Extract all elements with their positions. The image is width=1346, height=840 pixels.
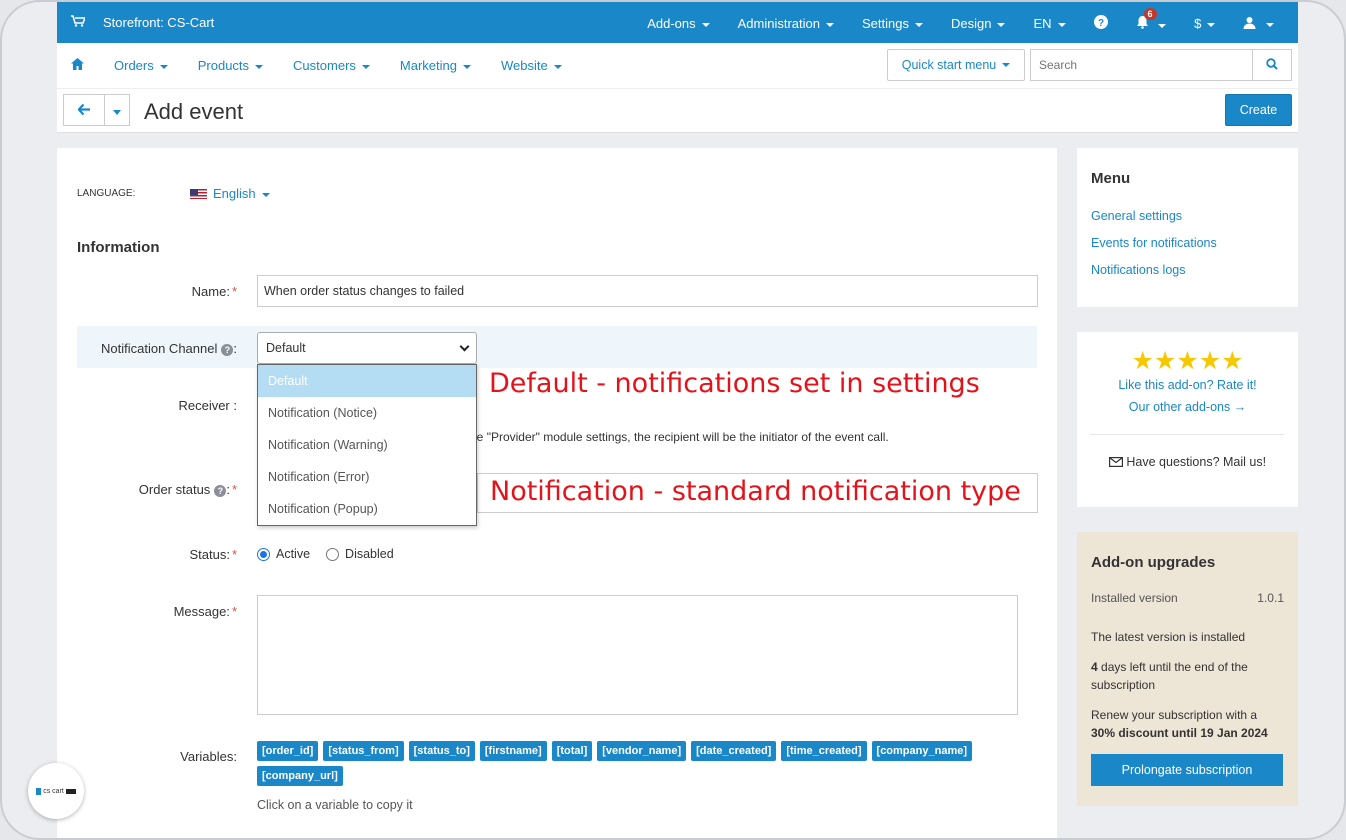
menu-currency[interactable]: $ bbox=[1194, 16, 1215, 31]
us-flag-icon bbox=[190, 188, 207, 199]
notification-count-badge: 6 bbox=[1143, 8, 1157, 20]
nav-customers[interactable]: Customers bbox=[293, 58, 370, 73]
storefront-label: Storefront: CS-Cart bbox=[103, 15, 215, 30]
menu-language[interactable]: EN bbox=[1033, 16, 1065, 31]
caret-down-icon bbox=[113, 103, 121, 118]
variable-chip[interactable]: [status_from] bbox=[323, 741, 404, 761]
sidebar-menu-card: Menu General settings Events for notific… bbox=[1077, 148, 1298, 307]
name-input[interactable]: When order status changes to failed bbox=[257, 275, 1038, 307]
status-radio-group: Active Disabled bbox=[257, 547, 394, 562]
variable-chip[interactable]: [firstname] bbox=[479, 741, 547, 761]
link-notifications-logs[interactable]: Notifications logs bbox=[1091, 263, 1284, 277]
menu-design[interactable]: Design bbox=[951, 16, 1005, 31]
rating-stars-icon[interactable]: ★★★★★ bbox=[1091, 346, 1284, 376]
sidebar-rate-card: ★★★★★ Like this add-on? Rate it! Our oth… bbox=[1077, 332, 1298, 507]
order-status-label: Order status?: * bbox=[138, 482, 237, 497]
days-left-text: 4 days left until the end of the subscri… bbox=[1091, 660, 1248, 692]
search-icon bbox=[1266, 57, 1278, 73]
channel-option-default[interactable]: Default bbox=[258, 365, 476, 397]
envelope-icon bbox=[1108, 455, 1123, 469]
variable-chip[interactable]: [status_to] bbox=[408, 741, 475, 761]
renew-text: Renew your subscription with a 30% discou… bbox=[1091, 708, 1268, 740]
variable-chip[interactable]: [company_name] bbox=[871, 741, 973, 761]
language-value: English bbox=[213, 186, 270, 201]
channel-select-value: Default bbox=[266, 341, 306, 355]
back-dropdown-button[interactable] bbox=[104, 94, 130, 126]
notifications-bell-icon[interactable]: 6 bbox=[1136, 8, 1167, 32]
channel-option-popup[interactable]: Notification (Popup) bbox=[258, 493, 476, 525]
annotation-default: Default - notifications set in settings bbox=[489, 368, 980, 399]
menu-administration[interactable]: Administration bbox=[738, 16, 834, 31]
top-bar: Storefront: CS-Cart Add-ons Administrati… bbox=[57, 2, 1298, 43]
status-active-radio[interactable]: Active bbox=[257, 547, 310, 562]
variable-chip[interactable]: [total] bbox=[551, 741, 593, 761]
annotation-notification: Notification - standard notification typ… bbox=[490, 476, 1021, 507]
sidebar-upgrades-card: Add-on upgrades Installed version 1.0.1 T… bbox=[1077, 532, 1298, 806]
mail-us-link[interactable]: Have questions? Mail us! bbox=[1091, 455, 1284, 469]
variable-chip[interactable]: [time_created] bbox=[781, 741, 867, 761]
user-icon[interactable] bbox=[1243, 16, 1274, 32]
status-disabled-radio[interactable]: Disabled bbox=[326, 547, 394, 562]
language-select[interactable]: English bbox=[190, 186, 270, 201]
variable-chip[interactable]: [date_created] bbox=[691, 741, 777, 761]
channel-option-error[interactable]: Notification (Error) bbox=[258, 461, 476, 493]
receiver-label: Receiver : bbox=[178, 398, 237, 413]
help-icon[interactable]: ? bbox=[1093, 15, 1108, 32]
variables-label: Variables: bbox=[180, 749, 237, 764]
copy-hint: Click on a variable to copy it bbox=[257, 798, 413, 812]
channel-option-warning[interactable]: Notification (Warning) bbox=[258, 429, 476, 461]
nav-marketing[interactable]: Marketing bbox=[400, 58, 471, 73]
message-textarea[interactable] bbox=[257, 595, 1018, 715]
nav-website[interactable]: Website bbox=[501, 58, 562, 73]
message-label: Message: * bbox=[173, 604, 237, 619]
page-title: Add event bbox=[144, 99, 244, 124]
other-addons-link[interactable]: Our other add-ons → bbox=[1091, 400, 1284, 414]
create-button[interactable]: Create bbox=[1225, 94, 1292, 126]
name-label: Name: * bbox=[191, 284, 237, 299]
language-label: LANGUAGE: bbox=[77, 188, 136, 199]
menu-addons[interactable]: Add-ons bbox=[647, 16, 709, 31]
section-heading: Information bbox=[77, 239, 160, 256]
channel-label: Notification Channel?: bbox=[101, 341, 237, 356]
prolongate-subscription-button[interactable]: Prolongate subscription bbox=[1091, 754, 1283, 786]
variables-list: [order_id] [status_from] [status_to] [fi… bbox=[257, 741, 1017, 786]
rate-addon-link[interactable]: Like this add-on? Rate it! bbox=[1091, 378, 1284, 392]
menu-settings[interactable]: Settings bbox=[862, 16, 923, 31]
storefront-link[interactable]: Storefront: CS-Cart bbox=[71, 15, 214, 30]
channel-dropdown-list: Default Notification (Notice) Notificati… bbox=[257, 364, 477, 526]
help-icon[interactable]: ? bbox=[221, 343, 234, 356]
channel-option-notice[interactable]: Notification (Notice) bbox=[258, 397, 476, 429]
search-input[interactable] bbox=[1030, 49, 1252, 81]
upgrades-title: Add-on upgrades bbox=[1091, 554, 1216, 571]
svg-text:?: ? bbox=[1097, 18, 1103, 29]
variable-chip[interactable]: [company_url] bbox=[257, 766, 343, 786]
link-events-for-notifications[interactable]: Events for notifications bbox=[1091, 236, 1284, 250]
help-icon[interactable]: ? bbox=[214, 484, 227, 497]
cs-cart-logo: cs cart bbox=[28, 763, 84, 819]
cart-icon bbox=[71, 15, 87, 30]
channel-select[interactable]: Default bbox=[257, 332, 477, 364]
nav-orders[interactable]: Orders bbox=[114, 58, 168, 73]
quick-start-menu-button[interactable]: Quick start menu bbox=[887, 49, 1025, 81]
chevron-down-icon bbox=[459, 341, 470, 351]
back-button[interactable] bbox=[63, 94, 105, 126]
status-label: Status: * bbox=[189, 547, 237, 562]
variable-chip[interactable]: [vendor_name] bbox=[597, 741, 687, 761]
link-general-settings[interactable]: General settings bbox=[1091, 209, 1284, 223]
menu-title: Menu bbox=[1091, 170, 1131, 187]
nav-products[interactable]: Products bbox=[198, 58, 263, 73]
variable-chip[interactable]: [order_id] bbox=[257, 741, 319, 761]
receiver-note: in the "Provider" module settings, the r… bbox=[454, 430, 889, 444]
title-bar: Add event Create bbox=[57, 89, 1298, 133]
latest-version-text: The latest version is installed bbox=[1091, 630, 1246, 644]
main-nav: Orders Products Customers Marketing Webs… bbox=[57, 43, 1298, 89]
home-icon[interactable] bbox=[71, 58, 84, 73]
search-button[interactable] bbox=[1252, 49, 1292, 81]
arrow-left-icon bbox=[77, 102, 90, 119]
main-panel: LANGUAGE: English Information Name: * Whe… bbox=[57, 148, 1057, 838]
installed-version-row: Installed version 1.0.1 bbox=[1091, 591, 1284, 605]
app-frame: Storefront: CS-Cart Add-ons Administrati… bbox=[0, 0, 1346, 840]
